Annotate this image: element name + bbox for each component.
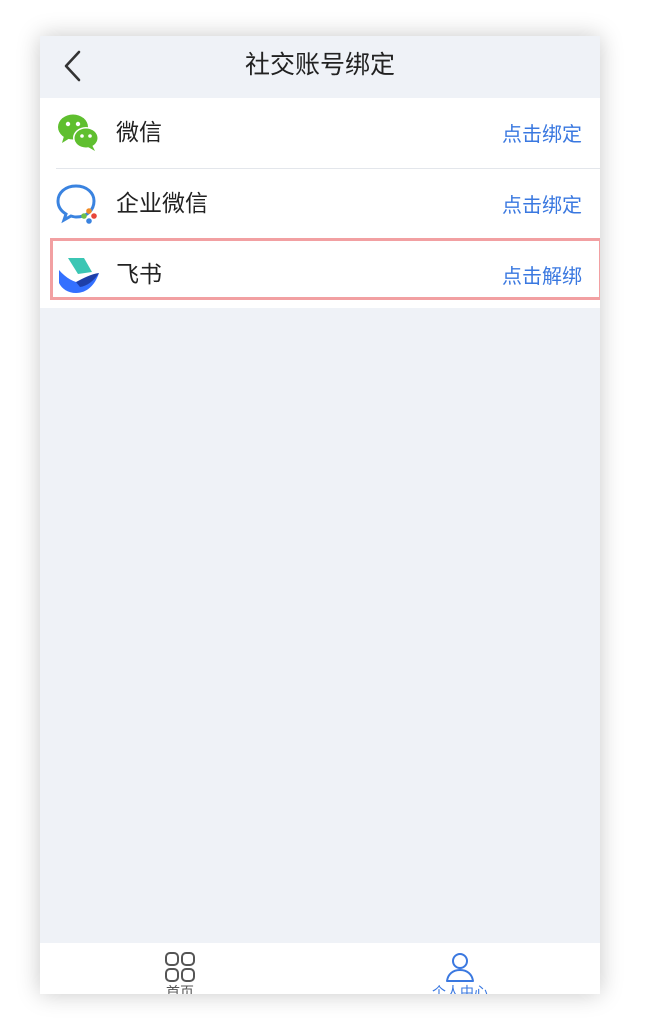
account-name: 飞书 xyxy=(116,262,162,288)
user-icon xyxy=(446,953,474,982)
bottom-tab-bar: 首页 个人中心 xyxy=(40,943,600,994)
account-name: 企业微信 xyxy=(116,191,208,217)
stage: 社交账号绑定 微信 点击绑定 企业微信 点击绑定 飞书 点击解绑 首页 个人中心 xyxy=(0,0,646,1030)
social-account-list: 微信 点击绑定 企业微信 点击绑定 飞书 点击解绑 xyxy=(40,98,600,308)
phone-screen: 社交账号绑定 微信 点击绑定 企业微信 点击绑定 飞书 点击解绑 首页 个人中心 xyxy=(40,36,600,994)
page-title: 社交账号绑定 xyxy=(244,50,395,79)
nav-header: 社交账号绑定 xyxy=(40,36,600,98)
wecom-icon xyxy=(56,184,97,224)
wechat-icon xyxy=(58,114,99,151)
account-row-wechat: 微信 点击绑定 xyxy=(40,98,600,168)
tab-label: 首页 xyxy=(166,985,194,994)
tab-home[interactable]: 首页 xyxy=(110,943,250,994)
account-row-wecom: 企业微信 点击绑定 xyxy=(40,169,600,239)
unbind-button-feishu[interactable]: 点击解绑 xyxy=(502,261,582,291)
bind-button-wecom[interactable]: 点击绑定 xyxy=(502,190,582,220)
feishu-icon xyxy=(59,258,99,293)
bind-button-wechat[interactable]: 点击绑定 xyxy=(502,119,582,149)
tab-label: 个人中心 xyxy=(432,985,488,994)
grid-icon xyxy=(165,952,195,982)
account-name: 微信 xyxy=(116,120,162,146)
tab-profile[interactable]: 个人中心 xyxy=(390,943,530,994)
account-row-feishu: 飞书 点击解绑 xyxy=(40,240,600,310)
